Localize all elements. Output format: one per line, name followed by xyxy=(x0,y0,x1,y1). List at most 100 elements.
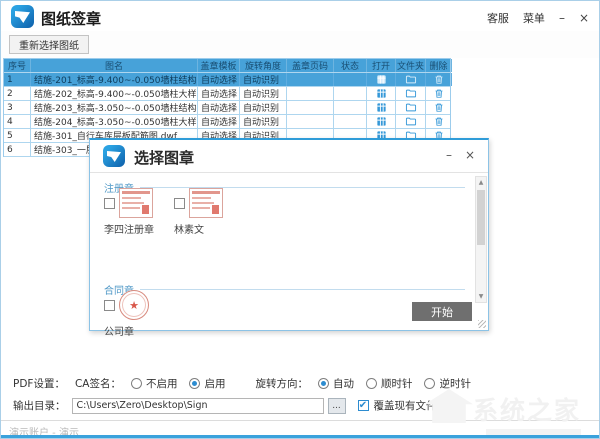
stamp-checkbox[interactable] xyxy=(104,300,115,311)
stamp-name-label: 公司章 xyxy=(104,323,149,338)
table-row[interactable]: 1结施-201_标高-9.400~-0.050墙柱结构平面图.dwf自动选择自动… xyxy=(4,73,450,87)
column-header[interactable]: 序号 xyxy=(4,59,31,72)
dialog-logo-icon xyxy=(103,145,125,167)
scroll-thumb[interactable] xyxy=(477,190,485,245)
drawing-name-cell: 结施-201_标高-9.400~-0.050墙柱结构平面图.dwf xyxy=(31,73,198,86)
rotation-angle-cell: 自动识别 xyxy=(240,115,287,128)
stamp-list: ★ 公司章 xyxy=(104,290,149,338)
pdf-settings-label: PDF设置： xyxy=(13,376,65,391)
row-number-cell: 5 xyxy=(4,129,31,142)
icon-cell xyxy=(426,101,452,114)
table-row[interactable]: 2结施-202_标高-9.400~-0.050墙柱大样图.dwf自动选择自动识别 xyxy=(4,87,450,101)
radio-label: 启用 xyxy=(204,376,225,391)
row-number-cell: 1 xyxy=(4,73,31,86)
close-button[interactable]: × xyxy=(579,13,589,23)
browse-button[interactable]: ... xyxy=(328,398,346,414)
stamp-checkbox[interactable] xyxy=(104,198,115,209)
column-header[interactable]: 图名 xyxy=(31,59,198,72)
dialog-title-bar: 选择图章 – × xyxy=(90,140,488,173)
radio-icon[interactable] xyxy=(424,378,435,389)
title-bar: 图纸签章 客服 菜单 – × xyxy=(1,1,599,31)
document-icon[interactable] xyxy=(367,115,395,128)
stamp-page-cell xyxy=(287,87,334,100)
column-header[interactable]: 旋转角度 xyxy=(240,59,287,72)
document-icon[interactable] xyxy=(367,87,395,100)
document-icon[interactable] xyxy=(367,101,395,114)
trash-icon[interactable] xyxy=(426,101,452,114)
radio-selected-icon[interactable] xyxy=(189,378,200,389)
radio-ca-1[interactable]: 启用 xyxy=(189,376,225,391)
stamp-checkbox[interactable] xyxy=(174,198,185,209)
round-stamp-image: ★ xyxy=(119,290,149,320)
toolbar: 重新选择图纸 xyxy=(1,31,599,58)
column-header[interactable]: 打开 xyxy=(367,59,396,72)
dialog-close-button[interactable]: × xyxy=(465,148,475,162)
column-header[interactable]: 状态 xyxy=(334,59,367,72)
icon-cell xyxy=(367,115,396,128)
stamp-item: 李四注册章 xyxy=(104,188,154,236)
column-header[interactable]: 删除 xyxy=(426,59,452,72)
radio-icon[interactable] xyxy=(131,378,142,389)
watermark-text: 系统之家 xyxy=(473,391,581,427)
trash-icon[interactable] xyxy=(426,115,452,128)
table-row[interactable]: 3结施-203_标高-3.050~-0.050墙柱结构平面图.dwf自动选择自动… xyxy=(4,101,450,115)
folder-icon[interactable] xyxy=(396,87,425,100)
minimize-button[interactable]: – xyxy=(559,13,565,23)
status-cell xyxy=(334,73,367,86)
stamp-name-label: 林素文 xyxy=(174,221,223,236)
trash-icon[interactable] xyxy=(426,87,452,100)
icon-cell xyxy=(396,115,426,128)
dialog-scrollbar[interactable]: ▲ ▼ xyxy=(475,176,487,303)
scroll-down-icon[interactable]: ▼ xyxy=(476,291,486,302)
icon-cell xyxy=(367,87,396,100)
stamp-item: ★ 公司章 xyxy=(104,290,149,338)
row-number-cell: 6 xyxy=(4,143,31,156)
scroll-up-icon[interactable]: ▲ xyxy=(476,177,486,188)
pdf-settings-row: PDF设置： CA签名： 不启用启用 旋转方向： 自动顺时针逆时针 xyxy=(13,375,483,391)
column-header[interactable]: 盖章页码 xyxy=(287,59,334,72)
radio-rotation-0[interactable]: 自动 xyxy=(318,376,354,391)
radio-selected-icon[interactable] xyxy=(318,378,329,389)
radio-ca-0[interactable]: 不启用 xyxy=(131,376,178,391)
stamp-template-cell: 自动选择 xyxy=(198,115,240,128)
radio-label: 顺时针 xyxy=(381,376,413,391)
stamp-list: 李四注册章林素文 xyxy=(104,188,223,236)
icon-cell xyxy=(396,73,426,86)
icon-cell xyxy=(426,87,452,100)
menu-link[interactable]: 菜单 xyxy=(523,10,545,26)
status-cell xyxy=(334,87,367,100)
section-divider xyxy=(140,289,465,290)
drawing-name-cell: 结施-204_标高-3.050~-0.050墙柱大样图.dwf xyxy=(31,115,198,128)
start-button[interactable]: 开始 xyxy=(412,302,472,321)
customer-service-link[interactable]: 客服 xyxy=(487,10,509,26)
reselect-drawings-button[interactable]: 重新选择图纸 xyxy=(9,35,89,54)
radio-rotation-2[interactable]: 逆时针 xyxy=(424,376,471,391)
rotation-radio-group: 自动 顺时针 逆时针 xyxy=(318,376,483,391)
status-cell xyxy=(334,101,367,114)
stamp-item: 林素文 xyxy=(174,188,223,236)
dialog-minimize-button[interactable]: – xyxy=(446,148,452,162)
rotation-angle-cell: 自动识别 xyxy=(240,101,287,114)
stamp-template-cell: 自动选择 xyxy=(198,87,240,100)
column-header[interactable]: 盖章模板 xyxy=(198,59,240,72)
output-dir-input[interactable] xyxy=(72,398,324,414)
watermark: 系统之家 xyxy=(473,391,581,435)
icon-cell xyxy=(426,73,452,86)
column-header[interactable]: 文件夹 xyxy=(396,59,426,72)
radio-rotation-1[interactable]: 顺时针 xyxy=(366,376,413,391)
table-row[interactable]: 4结施-204_标高-3.050~-0.050墙柱大样图.dwf自动选择自动识别 xyxy=(4,115,450,129)
resize-grip[interactable] xyxy=(478,320,486,328)
radio-icon[interactable] xyxy=(366,378,377,389)
stamp-section-header: 合同章 xyxy=(104,282,465,297)
folder-icon[interactable] xyxy=(396,73,425,86)
folder-icon[interactable] xyxy=(396,101,425,114)
icon-cell xyxy=(367,73,396,86)
radio-label: 逆时针 xyxy=(439,376,471,391)
document-icon[interactable] xyxy=(367,73,395,86)
folder-icon[interactable] xyxy=(396,115,425,128)
overwrite-checkbox[interactable]: ✔ xyxy=(358,400,369,411)
icon-cell xyxy=(367,101,396,114)
trash-icon[interactable] xyxy=(426,73,451,86)
stamp-page-cell xyxy=(287,101,334,114)
rect-stamp-image xyxy=(119,188,153,218)
